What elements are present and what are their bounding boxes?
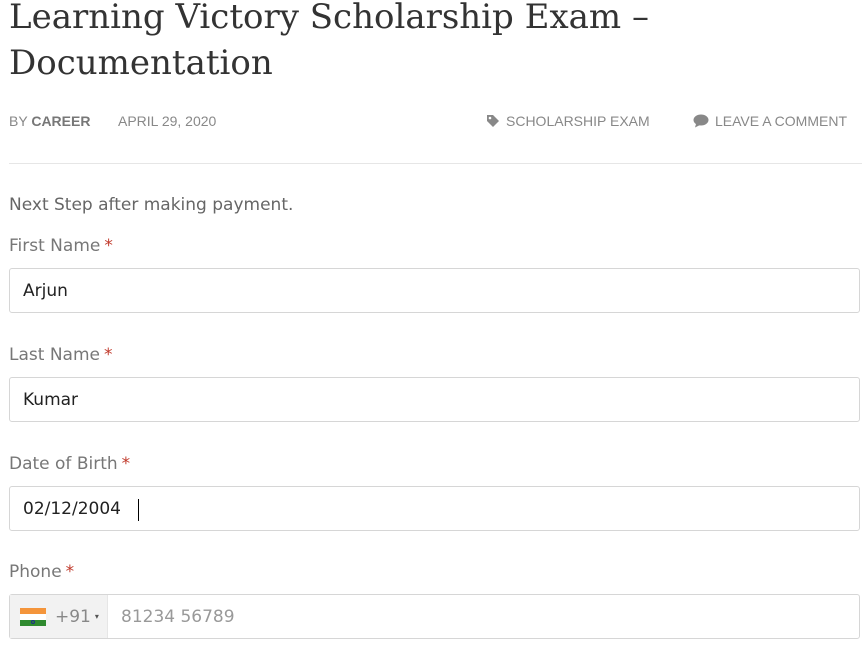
post-title: Learning Victory Scholarship Exam – Docu… — [9, 0, 649, 83]
dob-label: Date of Birth * — [9, 454, 130, 474]
intro-text: Next Step after making payment. — [9, 195, 294, 215]
phone-field-wrap: +91 ▾ — [9, 594, 860, 639]
required-mark: * — [65, 562, 75, 582]
post-category[interactable]: SCHOLARSHIP EXAM — [486, 113, 650, 129]
comment-icon — [693, 114, 709, 128]
comment-label: LEAVE A COMMENT — [715, 113, 847, 129]
leave-comment-link[interactable]: LEAVE A COMMENT — [693, 113, 847, 129]
last-name-label: Last Name * — [9, 345, 112, 365]
phone-label-text: Phone — [9, 562, 62, 582]
last-name-input[interactable] — [10, 378, 859, 421]
required-mark: * — [121, 454, 131, 474]
first-name-label: First Name * — [9, 236, 113, 256]
last-name-label-text: Last Name — [9, 345, 100, 365]
category-label: SCHOLARSHIP EXAM — [506, 113, 650, 129]
dob-field-wrap — [9, 486, 860, 531]
text-caret — [138, 499, 139, 521]
first-name-field-wrap — [9, 268, 860, 313]
last-name-field-wrap — [9, 377, 860, 422]
first-name-label-text: First Name — [9, 236, 101, 256]
post-meta: BY CAREER APRIL 29, 2020 SCHOLARSHIP EXA… — [9, 113, 862, 131]
phone-label: Phone * — [9, 562, 74, 582]
post-author: BY CAREER — [9, 113, 90, 129]
required-mark: * — [104, 236, 113, 256]
required-mark: * — [103, 345, 113, 365]
dial-code: +91 — [55, 606, 91, 627]
chevron-down-icon: ▾ — [94, 612, 99, 621]
india-flag-icon — [20, 607, 46, 626]
post-date[interactable]: APRIL 29, 2020 — [118, 113, 216, 129]
phone-input[interactable] — [108, 595, 859, 638]
dob-label-text: Date of Birth — [9, 454, 118, 474]
country-code-dropdown[interactable]: +91 ▾ — [10, 595, 108, 638]
tag-icon — [487, 115, 499, 127]
meta-divider — [9, 163, 862, 164]
author-link[interactable]: CAREER — [31, 113, 90, 129]
by-prefix: BY — [9, 113, 28, 129]
first-name-input[interactable] — [10, 269, 859, 312]
